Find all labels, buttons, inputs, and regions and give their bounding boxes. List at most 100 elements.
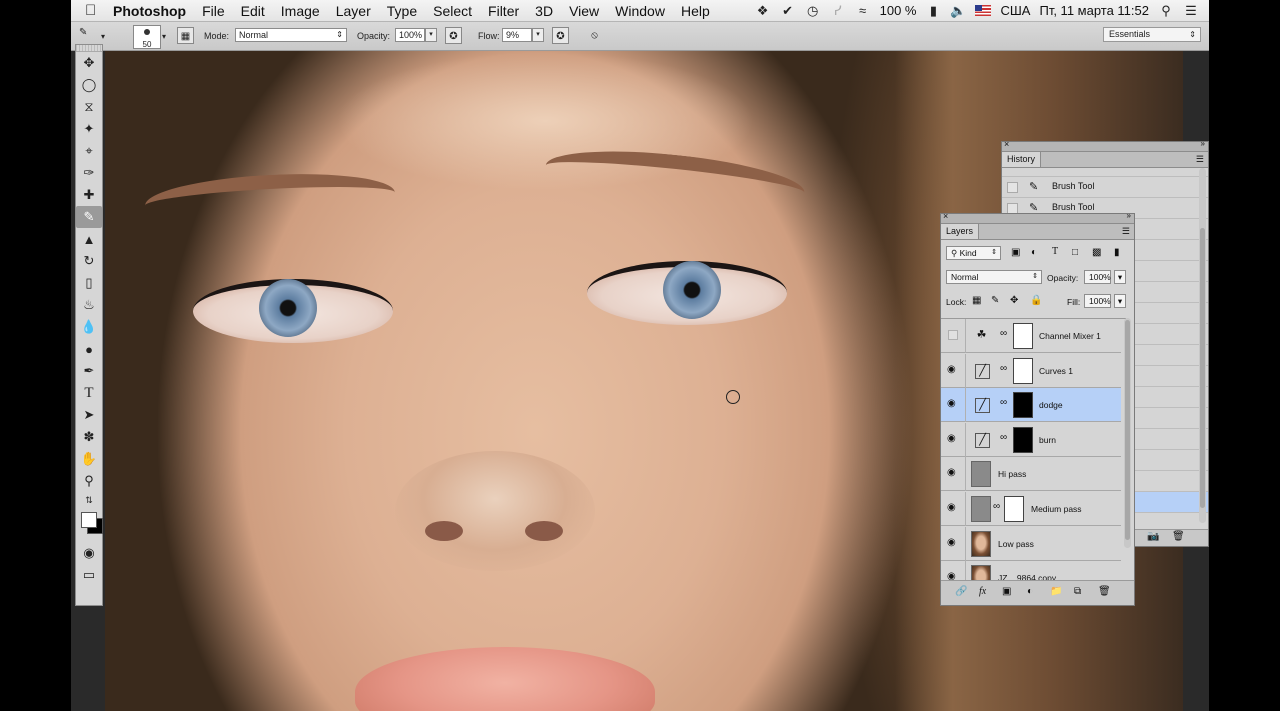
layers-close-icon[interactable]: ×: [943, 211, 948, 221]
new-layer-icon[interactable]: ⧉: [1074, 586, 1081, 597]
layer-opacity-input[interactable]: 100%: [1084, 270, 1111, 284]
eyedropper-tool-icon[interactable]: ✑: [76, 162, 102, 184]
airbrush-icon[interactable]: ✪: [552, 27, 569, 44]
layer-row[interactable]: ◉ ╱ ∞ Curves 1: [941, 353, 1121, 388]
dodge-tool-icon[interactable]: ●: [76, 338, 102, 360]
paint-bucket-tool-icon[interactable]: ♨: [76, 294, 102, 316]
quick-mask-icon[interactable]: ◉: [76, 542, 102, 564]
mode-select[interactable]: Normal ⇕: [235, 28, 347, 42]
filter-shape-icon[interactable]: □: [1072, 247, 1078, 258]
layer-row[interactable]: ◉ ∞ Medium pass: [941, 492, 1121, 526]
layer-row[interactable]: ◉ Hi pass: [941, 457, 1121, 492]
layers-collapse-icon[interactable]: »: [1127, 211, 1131, 220]
menu-image[interactable]: Image: [273, 3, 328, 19]
layer-mask-thumbnail[interactable]: [1013, 392, 1033, 419]
quick-selection-tool-icon[interactable]: ✦: [76, 118, 102, 140]
time-machine-icon[interactable]: ◷: [805, 3, 821, 18]
type-tool-icon[interactable]: T: [76, 382, 102, 404]
clock[interactable]: Пт, 11 марта 11:52: [1039, 3, 1149, 18]
filter-toggle-icon[interactable]: ▮: [1114, 247, 1120, 258]
clone-stamp-tool-icon[interactable]: ▲: [76, 228, 102, 250]
layers-scrollbar[interactable]: [1124, 318, 1131, 548]
layer-name[interactable]: Medium pass: [1031, 504, 1082, 514]
history-brush-tool-icon[interactable]: ↻: [76, 250, 102, 272]
foreground-color-swatch[interactable]: [81, 512, 97, 528]
tab-layers[interactable]: Layers: [941, 224, 980, 239]
menu-filter[interactable]: Filter: [480, 3, 527, 19]
layer-visibility-eye-icon[interactable]: ◉: [947, 433, 961, 444]
layer-visibility-eye-icon[interactable]: ◉: [947, 537, 961, 548]
layer-name[interactable]: Low pass: [998, 539, 1034, 549]
battery-percent[interactable]: 100 %: [880, 3, 917, 18]
history-panel-menu-icon[interactable]: ☰: [1196, 154, 1204, 165]
wifi-icon[interactable]: ≈: [855, 3, 871, 18]
layers-panel-menu-icon[interactable]: ☰: [1122, 226, 1130, 237]
menu-window[interactable]: Window: [607, 3, 673, 19]
dropbox-icon[interactable]: ❖: [755, 3, 771, 18]
spotlight-search-icon[interactable]: ⚲: [1158, 3, 1174, 18]
layer-mask-thumbnail[interactable]: [1013, 357, 1033, 384]
menu-edit[interactable]: Edit: [233, 3, 273, 19]
filter-adjustment-icon[interactable]: ◐: [1031, 247, 1037, 258]
opacity-input[interactable]: 100%: [395, 28, 425, 42]
swap-colors-icon[interactable]: ⇅: [76, 492, 102, 508]
layer-thumbnail[interactable]: [971, 496, 991, 522]
flow-input[interactable]: 9%: [502, 28, 532, 42]
mask-link-icon[interactable]: ∞: [1000, 397, 1007, 408]
flow-slider-toggle[interactable]: ▾: [532, 28, 544, 42]
tool-preset-chevron-icon[interactable]: ▾: [101, 32, 105, 41]
layer-visibility-eye-icon[interactable]: ◉: [947, 364, 961, 375]
add-mask-icon[interactable]: ▣: [1002, 586, 1011, 597]
layer-visibility-eye-icon[interactable]: ◉: [947, 503, 961, 513]
brush-panel-toggle-icon[interactable]: ▦: [177, 27, 194, 44]
layer-mask-thumbnail[interactable]: [1013, 426, 1033, 453]
mask-link-icon[interactable]: ∞: [1000, 328, 1007, 339]
lock-image-icon[interactable]: ✎: [991, 295, 999, 306]
crop-tool-icon[interactable]: ⌖: [76, 140, 102, 162]
new-group-icon[interactable]: 📁: [1050, 586, 1062, 597]
layer-thumbnail[interactable]: [971, 530, 991, 557]
lock-position-icon[interactable]: ✥: [1010, 295, 1018, 306]
history-delete-icon[interactable]: 🗑: [1172, 531, 1185, 542]
menu-layer[interactable]: Layer: [328, 3, 379, 19]
menu-help[interactable]: Help: [673, 3, 718, 19]
volume-icon[interactable]: 🔈: [950, 3, 966, 18]
shape-tool-icon[interactable]: ✽: [76, 426, 102, 448]
layers-panel-topbar[interactable]: × »: [941, 211, 1134, 224]
tab-history[interactable]: History: [1002, 152, 1042, 167]
color-swatches[interactable]: [76, 508, 103, 542]
layer-mask-thumbnail[interactable]: [1004, 496, 1024, 522]
layer-row[interactable]: ☘ ∞ Channel Mixer 1: [941, 319, 1121, 353]
layer-visibility-toggle[interactable]: [948, 330, 958, 340]
pressure-size-icon[interactable]: ⦸: [586, 27, 603, 44]
layer-name[interactable]: Channel Mixer 1: [1039, 331, 1101, 341]
menu-3d[interactable]: 3D: [527, 3, 561, 19]
layer-visibility-eye-icon[interactable]: ◉: [947, 468, 961, 478]
move-tool-icon[interactable]: ✥: [76, 52, 102, 74]
menu-view[interactable]: View: [561, 3, 607, 19]
check-badge-icon[interactable]: ✔: [780, 3, 796, 18]
menu-file[interactable]: File: [194, 3, 233, 19]
path-selection-tool-icon[interactable]: ➤: [76, 404, 102, 426]
layer-name[interactable]: Curves 1: [1039, 366, 1073, 376]
layer-name[interactable]: Hi pass: [998, 469, 1026, 479]
brush-tool-icon[interactable]: ✎: [76, 206, 102, 228]
new-snapshot-icon[interactable]: 📷: [1147, 531, 1159, 542]
menu-select[interactable]: Select: [425, 3, 480, 19]
opacity-slider-toggle[interactable]: ▾: [425, 28, 437, 42]
layer-style-fx-icon[interactable]: fx: [979, 586, 986, 597]
menu-type[interactable]: Type: [379, 3, 425, 19]
layer-name[interactable]: dodge: [1039, 400, 1063, 410]
history-panel-topbar[interactable]: × »: [1002, 139, 1208, 152]
pen-tool-icon[interactable]: ✒: [76, 360, 102, 382]
delete-layer-icon[interactable]: 🗑: [1098, 586, 1111, 597]
input-source[interactable]: США: [1000, 3, 1030, 18]
workspace-switcher[interactable]: Essentials ⇕: [1103, 27, 1201, 42]
screen-mode-icon[interactable]: ▭: [76, 564, 102, 586]
battery-icon[interactable]: ▮: [925, 3, 941, 18]
history-close-icon[interactable]: ×: [1004, 139, 1009, 149]
layer-blend-mode-select[interactable]: Normal ⇕: [946, 270, 1042, 284]
layer-row[interactable]: ◉ ╱ ∞ dodge: [941, 388, 1121, 423]
layer-mask-thumbnail[interactable]: [1013, 323, 1033, 349]
filter-smart-object-icon[interactable]: ▩: [1092, 247, 1101, 258]
